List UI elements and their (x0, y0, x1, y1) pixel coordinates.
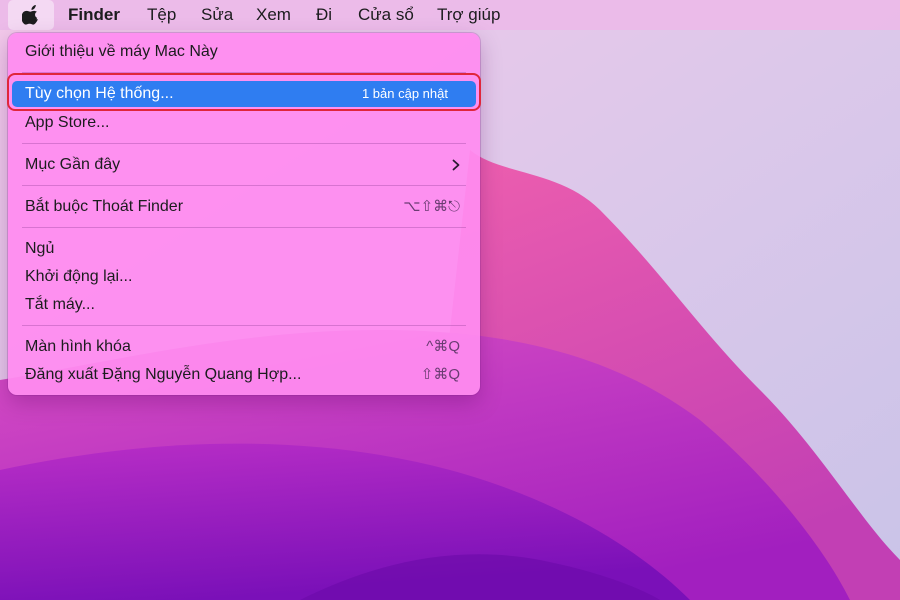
menu-item-lock-screen[interactable]: Màn hình khóa ^⌘Q (12, 334, 476, 360)
menu-item-log-out[interactable]: Đăng xuất Đặng Nguyễn Quang Hợp... ⇧⌘Q (12, 362, 476, 388)
menu-item-shut-down[interactable]: Tắt máy... (12, 292, 476, 318)
menu-item-label: Bắt buộc Thoát Finder (25, 198, 184, 215)
menu-item-restart[interactable]: Khởi động lại... (12, 264, 476, 290)
update-badge: 1 bản cập nhật (361, 86, 448, 101)
menu-item-recent-items[interactable]: Mục Gần đây (12, 152, 476, 178)
menu-edit[interactable]: Sửa (201, 5, 233, 25)
menu-item-label: Mục Gần đây (25, 156, 121, 173)
chevron-right-icon (452, 159, 460, 171)
menu-go[interactable]: Đi (316, 5, 332, 25)
menu-item-label: Đăng xuất Đặng Nguyễn Quang Hợp... (25, 366, 302, 383)
menu-item-label: Giới thiệu về máy Mac Này (25, 43, 218, 60)
menu-item-label: Khởi động lại... (25, 268, 133, 285)
menu-item-label: Tùy chọn Hệ thống... (25, 85, 174, 102)
menu-bar: Finder Tệp Sửa Xem Đi Cửa sổ Trợ giúp (0, 0, 900, 30)
menu-finder[interactable]: Finder (68, 5, 120, 25)
menu-item-sleep[interactable]: Ngủ (12, 236, 476, 262)
menu-view[interactable]: Xem (256, 5, 291, 25)
menu-separator (22, 185, 466, 186)
apple-menu-dropdown: Giới thiệu về máy Mac Này Tùy chọn Hệ th… (8, 33, 480, 395)
menu-item-label: Màn hình khóa (25, 338, 131, 355)
menu-item-system-preferences[interactable]: Tùy chọn Hệ thống... 1 bản cập nhật (12, 81, 476, 107)
keyboard-shortcut: ⌥⇧⌘⎋ (403, 198, 460, 215)
menu-item-label: App Store... (25, 114, 110, 131)
menu-item-label: Tắt máy... (25, 296, 95, 313)
menu-item-about-this-mac[interactable]: Giới thiệu về máy Mac Này (12, 39, 476, 65)
menu-file[interactable]: Tệp (147, 5, 176, 25)
menu-item-force-quit[interactable]: Bắt buộc Thoát Finder ⌥⇧⌘⎋ (12, 194, 476, 220)
apple-menu-button[interactable] (8, 0, 54, 30)
keyboard-shortcut: ⇧⌘Q (420, 366, 460, 383)
menu-window[interactable]: Cửa sổ (358, 5, 414, 25)
apple-logo-icon (22, 5, 38, 25)
menu-separator (22, 72, 466, 73)
menu-separator (22, 325, 466, 326)
menu-item-label: Ngủ (25, 240, 55, 257)
keyboard-shortcut: ^⌘Q (426, 338, 460, 355)
menu-help[interactable]: Trợ giúp (437, 5, 500, 25)
menu-separator (22, 227, 466, 228)
menu-item-app-store[interactable]: App Store... (12, 110, 476, 136)
menu-separator (22, 143, 466, 144)
